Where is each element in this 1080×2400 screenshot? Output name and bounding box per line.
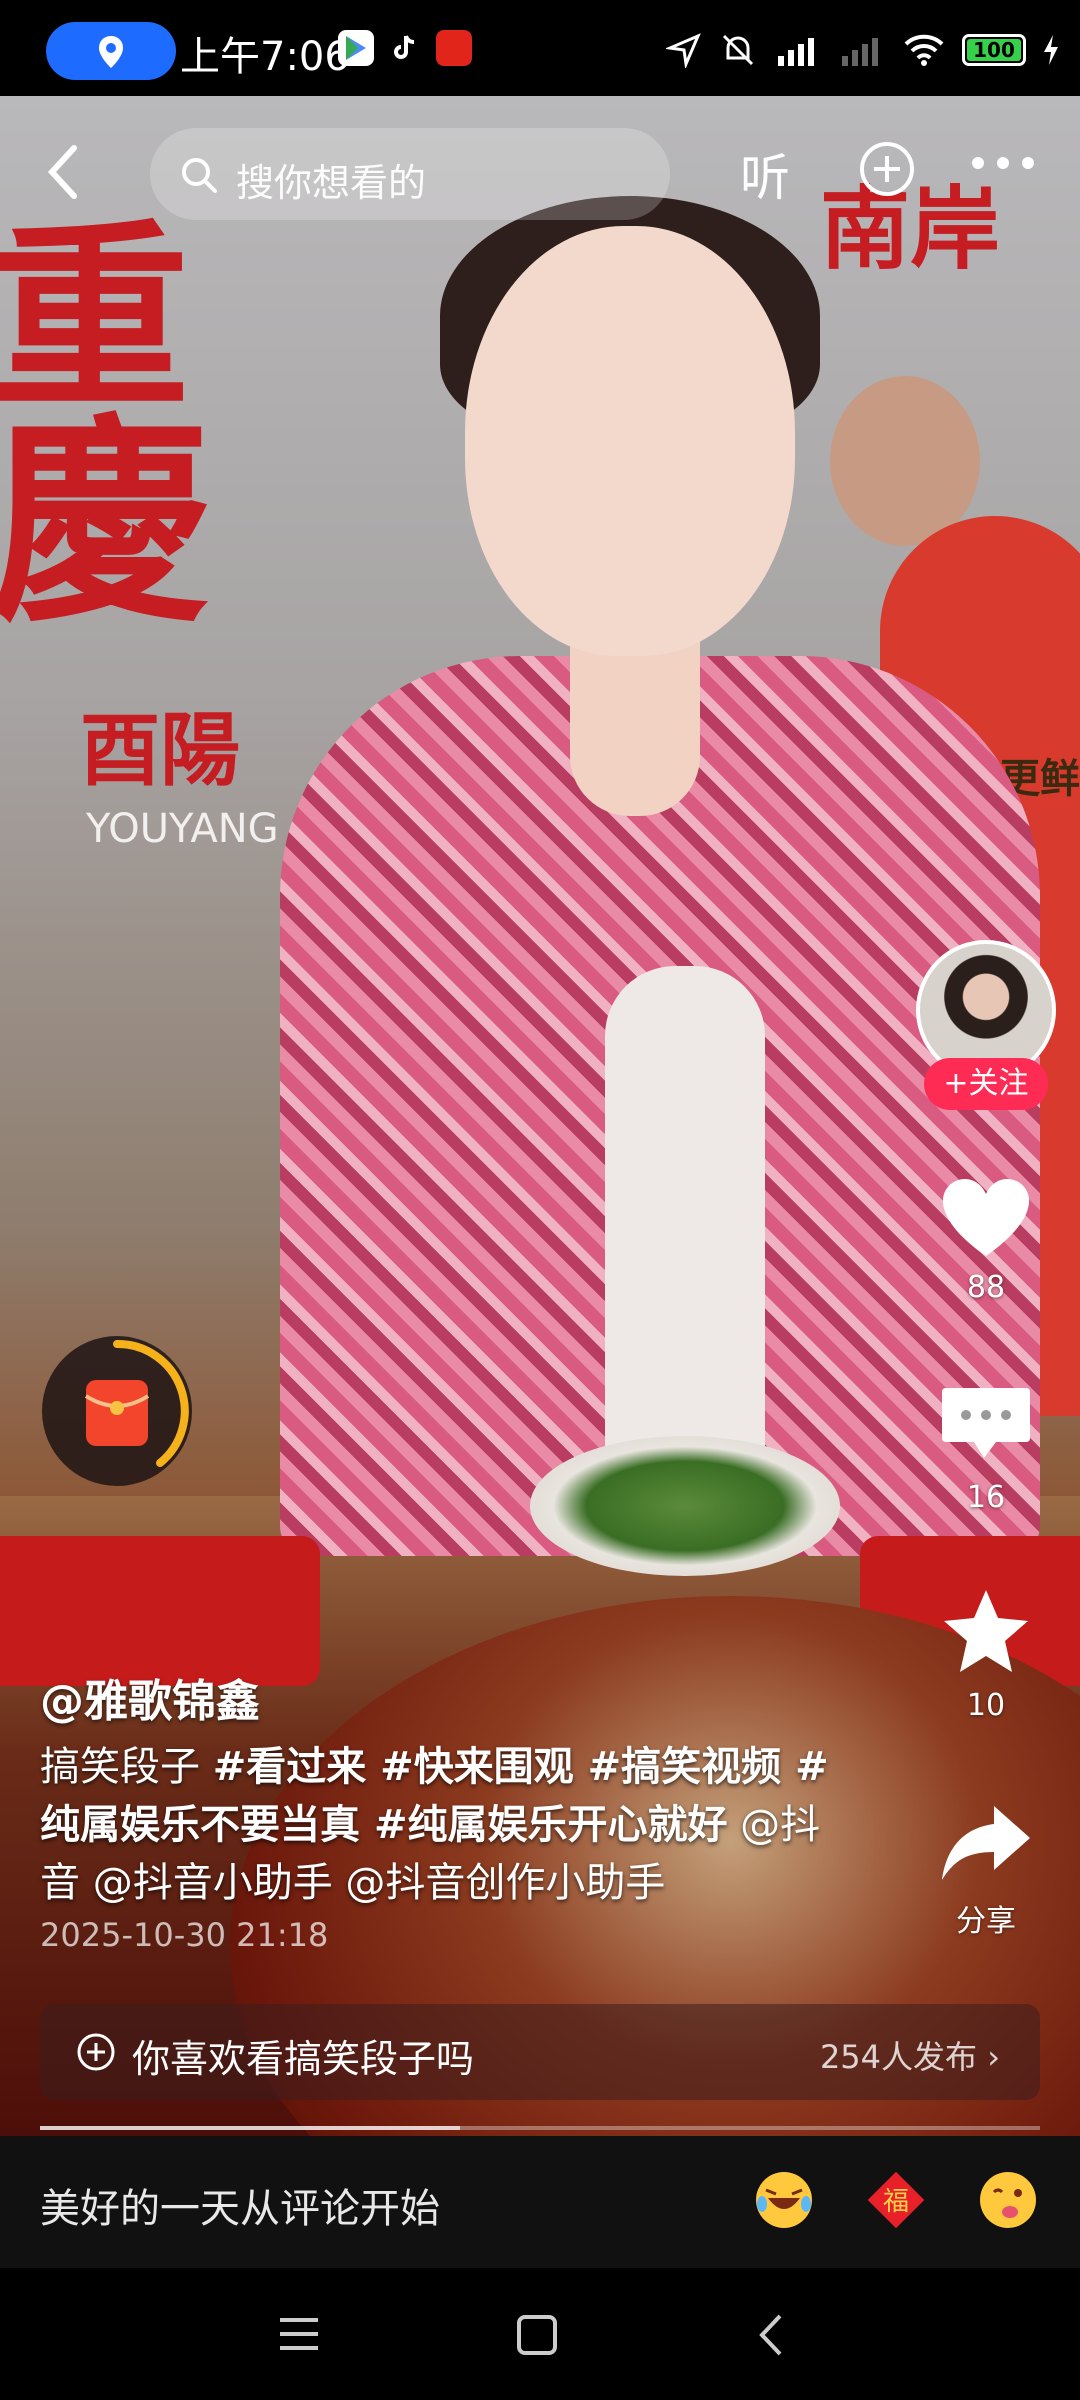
signal-hd-icon [778, 38, 814, 66]
follow-button[interactable]: +关注 [924, 1058, 1048, 1110]
share-label: 分享 [956, 1904, 1016, 1939]
salad-bowl [530, 1436, 840, 1576]
wink-tongue-emoji[interactable] [976, 2168, 1040, 2232]
chevron-right-icon: › [987, 2038, 1000, 2076]
status-bar: 上午7:06 100 [0, 0, 1080, 96]
tiktok-notification-icon [386, 30, 422, 66]
fu-emoji[interactable]: 福 [864, 2168, 928, 2232]
wall-sign-text: YOUYANG [86, 806, 279, 852]
share-arrow-icon [942, 1806, 1030, 1880]
share-button[interactable]: 分享 [926, 1800, 1046, 1940]
battery-indicator: 100 [962, 34, 1026, 66]
location-pill[interactable] [46, 22, 176, 80]
hashtag[interactable]: #看过来 [213, 1744, 380, 1790]
mute-bell-icon [722, 34, 754, 66]
comment-bubble-icon [942, 1388, 1030, 1458]
post-date: 2025-10-30 21:18 [40, 1916, 329, 1954]
comment-bar[interactable]: 美好的一天从评论开始 福 [0, 2136, 1080, 2268]
jd-notification-icon [436, 30, 472, 66]
favorite-button[interactable]: 10 [926, 1586, 1046, 1723]
home-square-icon[interactable] [516, 2314, 558, 2356]
comment-input[interactable]: 美好的一天从评论开始 [40, 2176, 440, 2234]
like-count: 88 [966, 1270, 1006, 1305]
more-dots-icon[interactable] [968, 148, 1038, 178]
wifi-icon [904, 34, 944, 66]
topic-count: 254人发布 › [820, 2032, 1000, 2078]
add-circle-icon[interactable] [858, 140, 916, 198]
add-topic-icon [77, 2033, 115, 2071]
like-button[interactable]: 88 [926, 1170, 1046, 1305]
location-pin-icon [99, 36, 123, 68]
search-placeholder: 搜你想看的 [236, 161, 427, 205]
topic-bar[interactable]: 你喜欢看搞笑段子吗 254人发布 › [40, 2004, 1040, 2100]
video-progress-bar[interactable] [40, 2126, 1040, 2130]
topic-count-text: 254人发布 [819, 2038, 978, 2076]
presenter-face [465, 226, 795, 656]
caption-text: 搞笑段子 [40, 1744, 213, 1790]
heart-icon [942, 1178, 1030, 1256]
status-time: 上午7:06 [180, 34, 350, 80]
svg-text:福: 福 [883, 2187, 909, 2217]
video-progress-fill [40, 2126, 460, 2130]
hashtag[interactable]: #纯属娱乐开心就好 [374, 1802, 728, 1848]
menu-icon[interactable] [278, 2314, 320, 2354]
red-envelope-icon [84, 1339, 189, 1467]
topic-text: 你喜欢看搞笑段子吗 [132, 2037, 475, 2081]
listen-button[interactable]: 听 [740, 138, 790, 210]
play-store-notification-icon [338, 30, 374, 66]
food-tray [0, 1536, 320, 1686]
wall-sign-char: 慶 [0, 393, 211, 652]
video-caption: 搞笑段子 #看过来 #快来围观 #搞笑视频 #纯属娱乐不要当真 #纯属娱乐开心就… [40, 1738, 840, 1912]
search-input[interactable]: 搜你想看的 [150, 128, 670, 220]
comment-count: 16 [966, 1480, 1006, 1515]
back-nav-icon[interactable] [756, 2312, 786, 2358]
laughing-tears-emoji[interactable] [752, 2168, 816, 2232]
signal-empty-icon [842, 38, 878, 66]
status-icons: 100 [666, 22, 1060, 78]
charging-bolt-icon [1044, 35, 1058, 65]
navigation-arrow-icon [666, 33, 701, 68]
star-icon [944, 1590, 1028, 1672]
hashtag[interactable]: #搞笑视频 [588, 1744, 795, 1790]
search-icon [182, 158, 217, 193]
system-nav-bar [0, 2268, 1080, 2400]
top-bar: 搜你想看的 听 [0, 96, 1080, 246]
back-arrow-icon[interactable] [36, 136, 92, 208]
red-packet-timer[interactable] [42, 1336, 192, 1486]
favorite-count: 10 [966, 1688, 1006, 1723]
background-person-head [830, 376, 980, 546]
battery-level: 100 [973, 38, 1015, 62]
comment-button[interactable]: 16 [926, 1380, 1046, 1515]
wall-sign-text: 酉陽 [80, 703, 240, 797]
hashtag[interactable]: #快来围观 [380, 1744, 587, 1790]
author-name[interactable]: @雅歌锦鑫 [40, 1665, 260, 1729]
